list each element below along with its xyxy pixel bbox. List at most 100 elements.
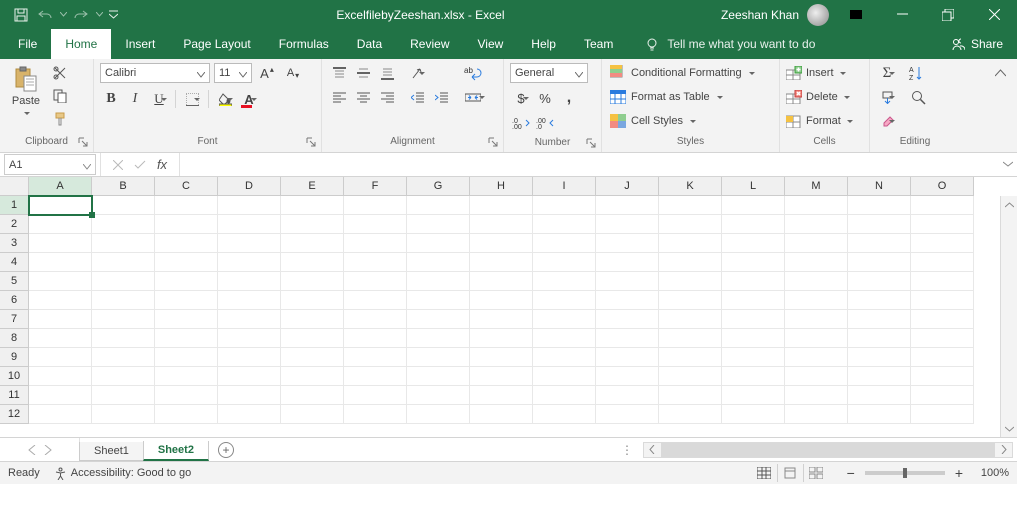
format-as-table-button[interactable]: Format as Table: [608, 87, 757, 107]
column-headers[interactable]: ABCDEFGHIJKLMNO: [29, 177, 974, 196]
ribbon-display-options[interactable]: [833, 9, 879, 21]
cell[interactable]: [218, 291, 281, 310]
sheet-nav-buttons[interactable]: [0, 438, 80, 461]
name-box[interactable]: A1: [4, 154, 96, 175]
cell[interactable]: [533, 329, 596, 348]
cell[interactable]: [722, 215, 785, 234]
fill-color-button[interactable]: [214, 89, 236, 109]
cell[interactable]: [29, 215, 92, 234]
cell[interactable]: [29, 329, 92, 348]
column-header[interactable]: C: [155, 177, 218, 196]
insert-function-button[interactable]: fx: [151, 155, 173, 175]
cell[interactable]: [659, 405, 722, 424]
restore-button[interactable]: [925, 0, 971, 29]
align-left-button[interactable]: [328, 87, 350, 107]
cell[interactable]: [218, 405, 281, 424]
cell[interactable]: [218, 386, 281, 405]
cell[interactable]: [911, 405, 974, 424]
cell[interactable]: [596, 386, 659, 405]
cell[interactable]: [722, 405, 785, 424]
find-select-button[interactable]: [906, 87, 930, 107]
column-header[interactable]: O: [911, 177, 974, 196]
cell[interactable]: [344, 405, 407, 424]
clipboard-dialog-launcher[interactable]: [77, 137, 89, 149]
cell[interactable]: [722, 348, 785, 367]
column-header[interactable]: F: [344, 177, 407, 196]
cell[interactable]: [155, 329, 218, 348]
cell[interactable]: [344, 367, 407, 386]
increase-font-size-button[interactable]: A▴: [256, 63, 278, 83]
cut-button[interactable]: [50, 63, 70, 83]
bold-button[interactable]: B: [100, 89, 122, 109]
cell[interactable]: [911, 348, 974, 367]
sort-filter-button[interactable]: AZ: [906, 63, 930, 83]
sheet-tab-sheet1[interactable]: Sheet1: [79, 442, 144, 461]
cell[interactable]: [911, 310, 974, 329]
decrease-indent-button[interactable]: [406, 87, 428, 107]
cell[interactable]: [407, 329, 470, 348]
redo-icon[interactable]: [70, 4, 92, 26]
horizontal-scrollbar[interactable]: [643, 442, 1013, 458]
cell[interactable]: [92, 196, 155, 215]
cell[interactable]: [785, 234, 848, 253]
redo-dropdown[interactable]: [94, 4, 104, 26]
cell[interactable]: [29, 310, 92, 329]
format-painter-button[interactable]: [50, 109, 70, 129]
cell[interactable]: [659, 253, 722, 272]
accessibility-status[interactable]: Accessibility: Good to go: [54, 467, 191, 480]
cell[interactable]: [470, 386, 533, 405]
align-middle-button[interactable]: [352, 63, 374, 83]
tab-home[interactable]: Home: [51, 29, 111, 59]
row-header[interactable]: 12: [0, 405, 29, 424]
cell[interactable]: [659, 272, 722, 291]
cells-area[interactable]: [29, 196, 974, 424]
row-header[interactable]: 4: [0, 253, 29, 272]
page-layout-view-button[interactable]: [777, 464, 803, 482]
cell[interactable]: [470, 329, 533, 348]
cell[interactable]: [785, 272, 848, 291]
cell[interactable]: [281, 386, 344, 405]
cell[interactable]: [155, 291, 218, 310]
cell[interactable]: [533, 253, 596, 272]
cell[interactable]: [911, 272, 974, 291]
row-header[interactable]: 11: [0, 386, 29, 405]
cell[interactable]: [92, 291, 155, 310]
font-name-combo[interactable]: Calibri: [100, 63, 210, 83]
align-center-button[interactable]: [352, 87, 374, 107]
cell[interactable]: [533, 367, 596, 386]
undo-dropdown[interactable]: [58, 4, 68, 26]
cell[interactable]: [722, 196, 785, 215]
vertical-scrollbar[interactable]: [1000, 196, 1017, 437]
cell[interactable]: [848, 253, 911, 272]
cell[interactable]: [407, 386, 470, 405]
zoom-slider[interactable]: [865, 471, 945, 475]
italic-button[interactable]: I: [124, 89, 146, 109]
decrease-font-size-button[interactable]: A▾: [282, 63, 304, 83]
cell[interactable]: [344, 234, 407, 253]
cell[interactable]: [596, 348, 659, 367]
cell[interactable]: [407, 272, 470, 291]
increase-decimal-button[interactable]: .0.00: [510, 113, 532, 133]
cell[interactable]: [92, 310, 155, 329]
spreadsheet-grid[interactable]: ABCDEFGHIJKLMNO 123456789101112: [0, 177, 1017, 437]
column-header[interactable]: B: [92, 177, 155, 196]
cell[interactable]: [785, 405, 848, 424]
cell[interactable]: [848, 234, 911, 253]
column-header[interactable]: L: [722, 177, 785, 196]
cell[interactable]: [848, 196, 911, 215]
cell[interactable]: [281, 367, 344, 386]
wrap-text-button[interactable]: ab: [458, 63, 488, 83]
cell[interactable]: [470, 253, 533, 272]
tab-view[interactable]: View: [464, 29, 518, 59]
cell[interactable]: [596, 310, 659, 329]
cell[interactable]: [407, 405, 470, 424]
orientation-button[interactable]: [406, 63, 428, 83]
column-header[interactable]: N: [848, 177, 911, 196]
clear-button[interactable]: [876, 111, 898, 131]
cell[interactable]: [722, 310, 785, 329]
font-color-button[interactable]: A: [238, 89, 260, 109]
copy-button[interactable]: [50, 86, 70, 106]
column-header[interactable]: E: [281, 177, 344, 196]
zoom-in-button[interactable]: +: [951, 465, 967, 481]
cell[interactable]: [911, 329, 974, 348]
